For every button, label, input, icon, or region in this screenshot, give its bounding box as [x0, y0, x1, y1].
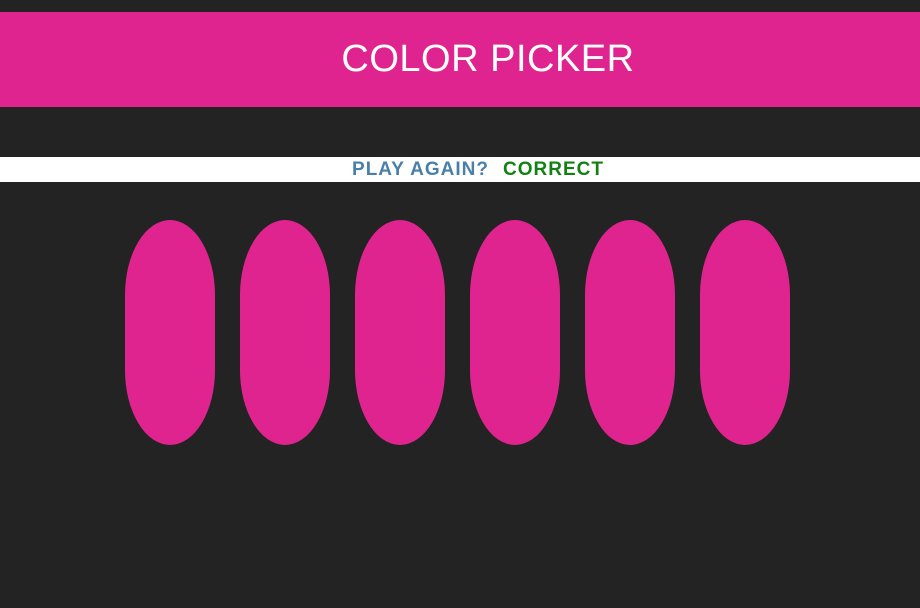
color-square-1[interactable]: [125, 220, 215, 445]
control-stripe: PLAY AGAIN? CORRECT: [0, 157, 920, 182]
color-squares: [125, 220, 795, 445]
color-square-2[interactable]: [240, 220, 330, 445]
color-square-5[interactable]: [585, 220, 675, 445]
color-square-6[interactable]: [700, 220, 790, 445]
color-square-4[interactable]: [470, 220, 560, 445]
play-again-button[interactable]: PLAY AGAIN?: [316, 157, 489, 182]
header-banner: COLOR PICKER: [0, 12, 920, 107]
page-title: COLOR PICKER: [341, 38, 635, 80]
color-square-3[interactable]: [355, 220, 445, 445]
game-board: COLOR PICKER PLAY AGAIN? CORRECT: [0, 0, 920, 608]
result-message: CORRECT: [503, 159, 604, 180]
